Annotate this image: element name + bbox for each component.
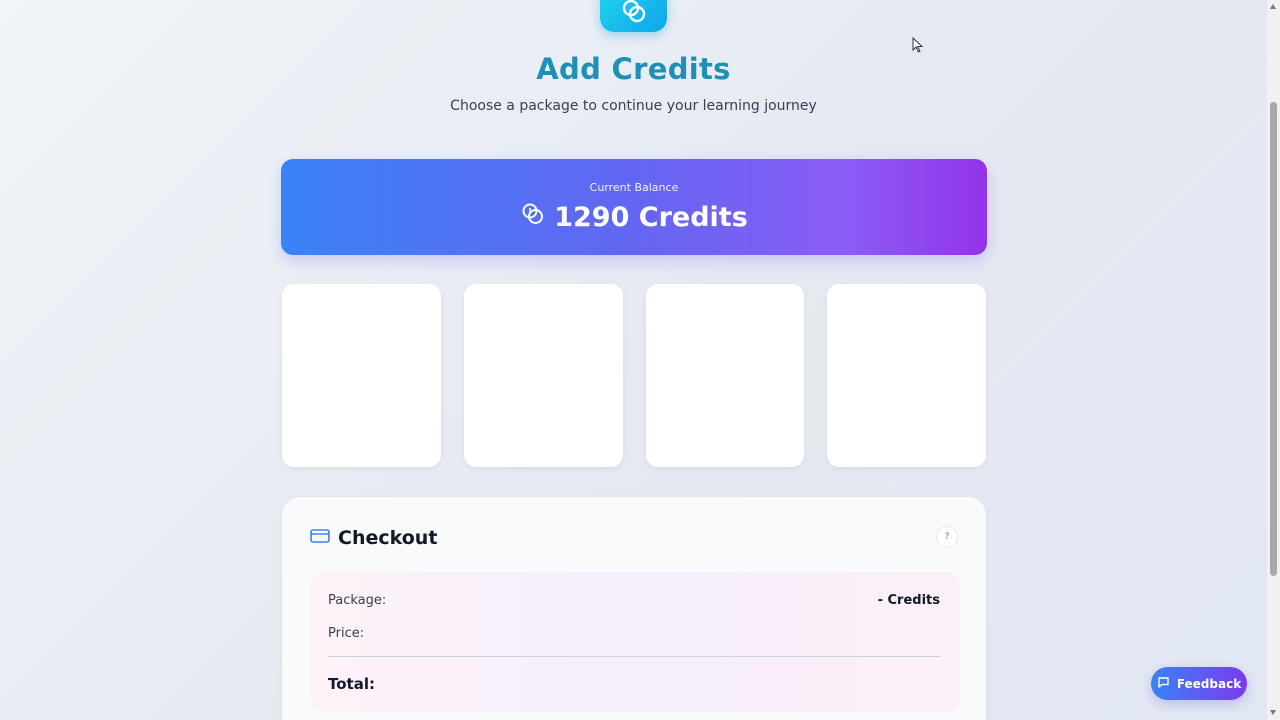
summary-divider bbox=[328, 656, 940, 657]
feedback-label: Feedback bbox=[1176, 676, 1242, 691]
checkout-header: Checkout bbox=[310, 527, 437, 549]
total-label: Total: bbox=[328, 675, 375, 693]
package-card-1[interactable] bbox=[282, 284, 441, 467]
checkout-title: Checkout bbox=[338, 527, 438, 549]
package-card-3[interactable] bbox=[645, 284, 805, 467]
package-list bbox=[282, 284, 986, 467]
page-title: Add Credits bbox=[536, 52, 731, 86]
credit-card-icon bbox=[310, 528, 330, 548]
scroll-up-icon[interactable] bbox=[1270, 4, 1276, 9]
balance-amount: 1290 Credits bbox=[554, 202, 748, 233]
page-subtitle: Choose a package to continue your learni… bbox=[450, 98, 817, 114]
mouse-cursor-icon bbox=[912, 36, 924, 57]
package-label: Package: bbox=[328, 593, 387, 608]
coins-icon bbox=[520, 201, 546, 234]
order-summary: Package: - Credits Price: Total: bbox=[310, 572, 960, 712]
page: Add Credits Choose a package to continue… bbox=[0, 0, 1267, 720]
scroll-down-icon[interactable] bbox=[1270, 710, 1276, 715]
package-value: - Credits bbox=[877, 593, 940, 608]
package-card-4[interactable] bbox=[827, 284, 986, 467]
checkout-panel: Checkout ? Package: - Credits Price: Tot… bbox=[282, 497, 986, 720]
package-card-2[interactable] bbox=[463, 284, 623, 467]
price-row: Price: bbox=[328, 626, 940, 641]
price-label: Price: bbox=[328, 626, 365, 641]
feedback-button[interactable]: Feedback bbox=[1151, 667, 1247, 700]
scrollbar-thumb[interactable] bbox=[1270, 102, 1277, 576]
coins-icon bbox=[600, 0, 667, 32]
balance-label: Current Balance bbox=[589, 181, 679, 194]
vertical-scrollbar[interactable] bbox=[1267, 0, 1280, 720]
chat-icon bbox=[1157, 676, 1170, 692]
current-balance-card: Current Balance 1290 Credits bbox=[281, 159, 987, 255]
balance-amount-row: 1290 Credits bbox=[281, 201, 987, 234]
help-button[interactable]: ? bbox=[936, 526, 958, 548]
package-row: Package: - Credits bbox=[328, 593, 940, 608]
